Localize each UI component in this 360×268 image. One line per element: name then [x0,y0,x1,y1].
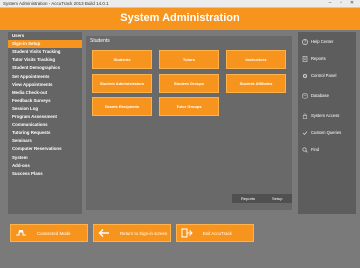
sidebar-item-media-check-out[interactable]: Media Check-out [8,89,82,97]
database-label: Database [311,93,329,98]
custom-queries-label: Custom Queries [311,130,342,135]
sidebar-item-tutor-visits-tracking[interactable]: Tutor Visits Tracking [8,56,82,64]
sidebar-item-view-appointments[interactable]: View Appointments [8,81,82,89]
exit-icon [181,228,193,238]
back-arrow-icon [98,229,109,237]
reports-label: Reports [311,56,326,61]
control-panel-item[interactable]: Control Panel [298,68,356,84]
tile-students[interactable]: Students [92,50,152,69]
sidebar-item-tutoring-requests[interactable]: Tutoring Requests [8,129,82,137]
report-setup-bar: Reports Setup [232,194,292,203]
custom-queries-icon [302,131,308,136]
close-button[interactable]: ✕ [348,1,356,6]
sidebar-item-student-visits-tracking[interactable]: Student Visits Tracking [8,48,82,56]
reports-link[interactable]: Reports [241,196,255,201]
right-panel: ? Help Center Reports Control Panel Data… [298,32,356,214]
minimize-button[interactable]: – [326,1,334,6]
return-to-sign-in-button[interactable]: Return to Sign-in screen [93,224,171,242]
sidebar-item-student-demographics[interactable]: Student Demographics [8,64,82,72]
sidebar-item-success-plans[interactable]: Success Plans [8,170,82,178]
tile-instructors[interactable]: Instructors [226,50,286,69]
sidebar-item-computer-reservations[interactable]: Computer Reservations [8,145,82,153]
sidebar-item-seminars[interactable]: Seminars [8,137,82,145]
reports-item[interactable]: Reports [298,51,356,67]
find-item[interactable]: Find [298,142,356,158]
sidebar-item-communications[interactable]: Communications [8,121,82,129]
connected-mode-button[interactable]: Connected Mode [10,224,88,242]
exit-accutrack-label: Exit AccuTrack [203,231,232,236]
setup-link[interactable]: Setup [272,196,282,201]
tile-student-groups[interactable]: Student Groups [159,74,219,93]
help-center-label: Help Center [311,39,334,44]
bottom-toolbar: Connected Mode Return to Sign-in screen … [8,222,356,244]
tile-tutors[interactable]: Tutors [159,50,219,69]
return-to-sign-in-label: Return to Sign-in screen [120,231,168,236]
tile-grants-recipients[interactable]: Grants Recipients [92,97,152,116]
system-access-icon [302,113,308,119]
status-bar [0,254,360,268]
system-access-item[interactable]: System Access [298,108,356,124]
window-title: System Administration - AccuTrack 2013 B… [3,1,109,6]
window-titlebar: System Administration - AccuTrack 2013 B… [0,0,360,8]
sidebar-item-program-assessment[interactable]: Program Assessment [8,113,82,121]
database-item[interactable]: Database [298,88,356,104]
tile-tutor-groups[interactable]: Tutor Groups [159,97,219,116]
sidebar-item-session-log[interactable]: Session Log [8,105,82,113]
tile-student-affiliates[interactable]: Student Affiliates [226,74,286,93]
connected-mode-label: Connected Mode [37,231,71,236]
svg-text:?: ? [304,40,306,45]
reports-icon [302,56,308,62]
control-panel-icon [302,73,308,79]
header-bar: System Administration [0,8,360,30]
help-center-item[interactable]: ? Help Center [298,34,356,50]
connected-icon [16,230,26,236]
help-icon: ? [302,39,308,45]
find-label: Find [311,147,320,152]
find-icon [302,147,308,153]
maximize-button[interactable]: ▫ [337,1,345,6]
custom-queries-item[interactable]: Custom Queries [298,125,356,141]
exit-accutrack-button[interactable]: Exit AccuTrack [176,224,254,242]
sidebar-item-feedback-surveys[interactable]: Feedback Surveys [8,97,82,105]
sidebar-item-set-appointments[interactable]: Set Appointments [8,73,82,81]
sidebar-item-add-ons[interactable]: Add-ons [8,162,82,170]
main-panel: Students Students Tutors Instructors Stu… [86,36,292,210]
tile-student-administrators[interactable]: Student Administrators [92,74,152,93]
section-label: Students [90,38,110,44]
page-title: System Administration [120,12,240,24]
sidebar-item-system[interactable]: System [8,154,82,162]
sidebar-item-users[interactable]: Users [8,32,82,40]
control-panel-label: Control Panel [311,73,337,78]
database-icon [302,93,308,99]
sidebar: Users Sign-in Setup Student Visits Track… [8,32,82,214]
system-access-label: System Access [311,113,340,118]
sidebar-item-sign-in-setup[interactable]: Sign-in Setup [8,40,82,49]
